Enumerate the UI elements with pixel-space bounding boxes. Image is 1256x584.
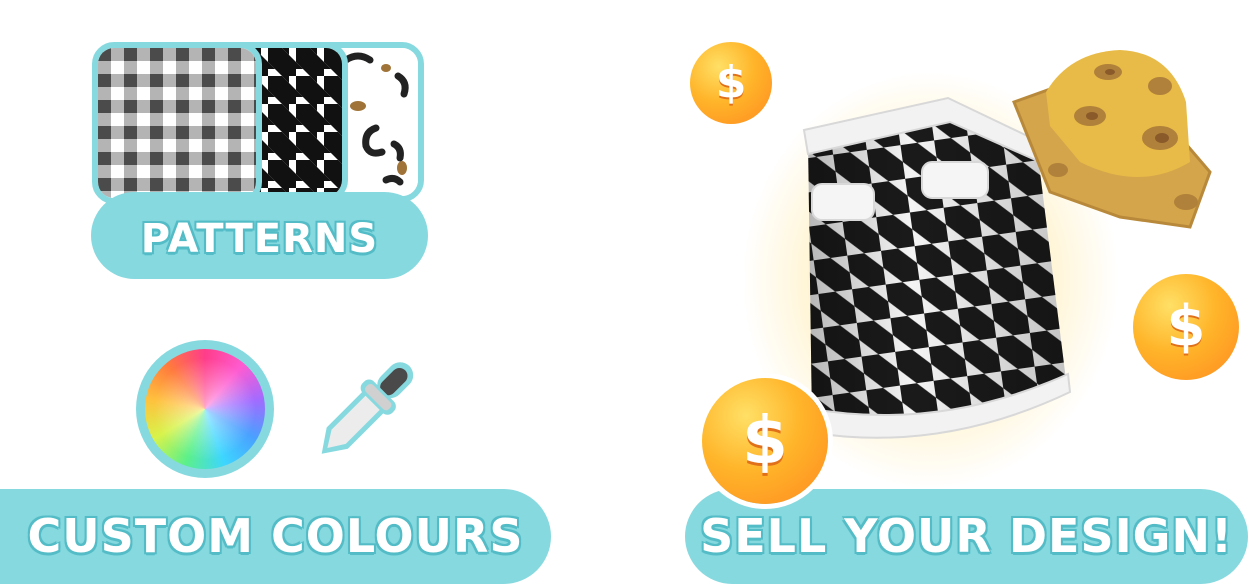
gingham-pattern-swatch[interactable]: [92, 42, 262, 204]
patterns-label: PATTERNS: [140, 215, 379, 262]
dollar-coin-bottom: $: [702, 378, 828, 504]
color-wheel-button[interactable]: [136, 340, 274, 478]
custom-colours-label: CUSTOM COLOURS: [27, 508, 524, 563]
color-wheel-icon: [145, 349, 265, 469]
sell-design-label: SELL YOUR DESIGN!: [700, 508, 1233, 563]
custom-colours-label-pill: CUSTOM COLOURS: [0, 489, 551, 584]
gingham-pattern-icon: [98, 48, 256, 198]
leopard-bucket-hat-icon: [1012, 50, 1212, 229]
dollar-coin-top: $: [690, 42, 772, 124]
dollar-coin-right: $: [1133, 274, 1239, 380]
dollar-coin-icon: $: [1166, 294, 1206, 359]
dollar-coin-icon: $: [742, 402, 788, 479]
dollar-coin-icon: $: [715, 57, 747, 108]
patterns-label-pill: PATTERNS: [91, 192, 428, 279]
eyedropper-icon[interactable]: [302, 352, 422, 472]
